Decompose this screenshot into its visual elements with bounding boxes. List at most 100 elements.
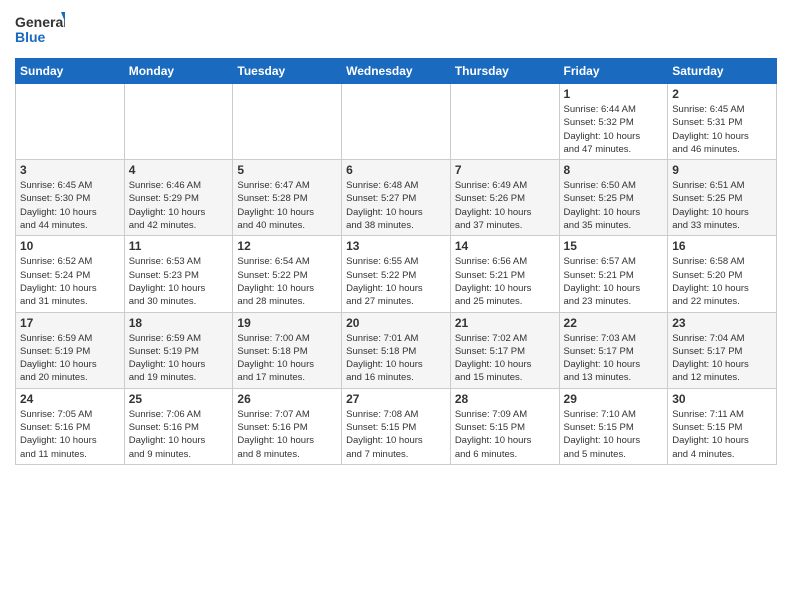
day-number: 29: [564, 392, 664, 406]
day-number: 26: [237, 392, 337, 406]
day-cell: 14 Sunrise: 6:56 AM Sunset: 5:21 PM Dayli…: [450, 236, 559, 312]
weekday-header-saturday: Saturday: [668, 59, 777, 84]
day-info: Sunrise: 6:50 AM Sunset: 5:25 PM Dayligh…: [564, 179, 664, 232]
day-info: Sunrise: 7:07 AM Sunset: 5:16 PM Dayligh…: [237, 408, 337, 461]
day-cell: 19Sunrise: 7:00 AM Sunset: 5:18 PM Dayli…: [233, 312, 342, 388]
day-number: 17: [20, 316, 120, 330]
day-cell: [342, 84, 451, 160]
day-info: Sunrise: 7:01 AM Sunset: 5:18 PM Dayligh…: [346, 332, 446, 385]
week-row-3: 10 Sunrise: 6:52 AM Sunset: 5:24 PM Dayli…: [16, 236, 777, 312]
day-number: 5: [237, 163, 337, 177]
logo: General Blue: [15, 10, 65, 50]
page: General Blue SundayMondayTuesdayWednesda…: [0, 0, 792, 480]
day-number: 12: [237, 239, 337, 253]
day-number: 18: [129, 316, 229, 330]
day-number: 2: [672, 87, 772, 101]
weekday-header-friday: Friday: [559, 59, 668, 84]
weekday-header-row: SundayMondayTuesdayWednesdayThursdayFrid…: [16, 59, 777, 84]
weekday-header-tuesday: Tuesday: [233, 59, 342, 84]
day-info: Sunrise: 6:49 AM Sunset: 5:26 PM Dayligh…: [455, 179, 555, 232]
week-row-2: 3Sunrise: 6:45 AM Sunset: 5:30 PM Daylig…: [16, 160, 777, 236]
day-cell: 10 Sunrise: 6:52 AM Sunset: 5:24 PM Dayli…: [16, 236, 125, 312]
day-number: 13: [346, 239, 446, 253]
day-info: Sunrise: 6:59 AM Sunset: 5:19 PM Dayligh…: [129, 332, 229, 385]
weekday-header-monday: Monday: [124, 59, 233, 84]
day-number: 14: [455, 239, 555, 253]
day-cell: 17 Sunrise: 6:59 AM Sunset: 5:19 PM Dayli…: [16, 312, 125, 388]
day-cell: 28 Sunrise: 7:09 AM Sunset: 5:15 PM Dayli…: [450, 388, 559, 464]
day-info: Sunrise: 7:10 AM Sunset: 5:15 PM Dayligh…: [564, 408, 664, 461]
day-number: 21: [455, 316, 555, 330]
day-number: 24: [20, 392, 120, 406]
logo-container: General Blue: [15, 10, 65, 50]
day-number: 16: [672, 239, 772, 253]
day-cell: 25Sunrise: 7:06 AM Sunset: 5:16 PM Dayli…: [124, 388, 233, 464]
calendar-table: SundayMondayTuesdayWednesdayThursdayFrid…: [15, 58, 777, 465]
day-cell: 1 Sunrise: 6:44 AM Sunset: 5:32 PM Daylig…: [559, 84, 668, 160]
day-number: 8: [564, 163, 664, 177]
day-info: Sunrise: 7:02 AM Sunset: 5:17 PM Dayligh…: [455, 332, 555, 385]
day-number: 1: [564, 87, 664, 101]
week-row-1: 1 Sunrise: 6:44 AM Sunset: 5:32 PM Daylig…: [16, 84, 777, 160]
day-cell: 5 Sunrise: 6:47 AM Sunset: 5:28 PM Daylig…: [233, 160, 342, 236]
svg-text:Blue: Blue: [15, 29, 46, 45]
svg-text:General: General: [15, 14, 65, 30]
day-info: Sunrise: 7:00 AM Sunset: 5:18 PM Dayligh…: [237, 332, 337, 385]
day-info: Sunrise: 6:58 AM Sunset: 5:20 PM Dayligh…: [672, 255, 772, 308]
day-info: Sunrise: 7:04 AM Sunset: 5:17 PM Dayligh…: [672, 332, 772, 385]
day-number: 30: [672, 392, 772, 406]
day-info: Sunrise: 6:53 AM Sunset: 5:23 PM Dayligh…: [129, 255, 229, 308]
day-info: Sunrise: 6:54 AM Sunset: 5:22 PM Dayligh…: [237, 255, 337, 308]
day-cell: 18 Sunrise: 6:59 AM Sunset: 5:19 PM Dayli…: [124, 312, 233, 388]
day-info: Sunrise: 6:57 AM Sunset: 5:21 PM Dayligh…: [564, 255, 664, 308]
day-info: Sunrise: 7:06 AM Sunset: 5:16 PM Dayligh…: [129, 408, 229, 461]
day-cell: 21 Sunrise: 7:02 AM Sunset: 5:17 PM Dayli…: [450, 312, 559, 388]
weekday-header-wednesday: Wednesday: [342, 59, 451, 84]
weekday-header-thursday: Thursday: [450, 59, 559, 84]
day-info: Sunrise: 6:55 AM Sunset: 5:22 PM Dayligh…: [346, 255, 446, 308]
day-number: 9: [672, 163, 772, 177]
day-number: 20: [346, 316, 446, 330]
day-info: Sunrise: 7:09 AM Sunset: 5:15 PM Dayligh…: [455, 408, 555, 461]
day-cell: 7Sunrise: 6:49 AM Sunset: 5:26 PM Daylig…: [450, 160, 559, 236]
day-info: Sunrise: 6:52 AM Sunset: 5:24 PM Dayligh…: [20, 255, 120, 308]
header: General Blue: [15, 10, 777, 50]
day-cell: 20 Sunrise: 7:01 AM Sunset: 5:18 PM Dayli…: [342, 312, 451, 388]
day-info: Sunrise: 6:48 AM Sunset: 5:27 PM Dayligh…: [346, 179, 446, 232]
day-cell: 13 Sunrise: 6:55 AM Sunset: 5:22 PM Dayli…: [342, 236, 451, 312]
day-cell: [450, 84, 559, 160]
day-cell: 12 Sunrise: 6:54 AM Sunset: 5:22 PM Dayli…: [233, 236, 342, 312]
day-cell: 16 Sunrise: 6:58 AM Sunset: 5:20 PM Dayli…: [668, 236, 777, 312]
day-info: Sunrise: 6:56 AM Sunset: 5:21 PM Dayligh…: [455, 255, 555, 308]
week-row-5: 24Sunrise: 7:05 AM Sunset: 5:16 PM Dayli…: [16, 388, 777, 464]
week-row-4: 17 Sunrise: 6:59 AM Sunset: 5:19 PM Dayli…: [16, 312, 777, 388]
day-info: Sunrise: 6:47 AM Sunset: 5:28 PM Dayligh…: [237, 179, 337, 232]
day-cell: 11 Sunrise: 6:53 AM Sunset: 5:23 PM Dayli…: [124, 236, 233, 312]
day-number: 23: [672, 316, 772, 330]
day-info: Sunrise: 7:08 AM Sunset: 5:15 PM Dayligh…: [346, 408, 446, 461]
day-info: Sunrise: 7:11 AM Sunset: 5:15 PM Dayligh…: [672, 408, 772, 461]
day-cell: 2Sunrise: 6:45 AM Sunset: 5:31 PM Daylig…: [668, 84, 777, 160]
day-number: 6: [346, 163, 446, 177]
day-cell: [124, 84, 233, 160]
day-cell: 24Sunrise: 7:05 AM Sunset: 5:16 PM Dayli…: [16, 388, 125, 464]
day-info: Sunrise: 6:44 AM Sunset: 5:32 PM Dayligh…: [564, 103, 664, 156]
day-info: Sunrise: 6:46 AM Sunset: 5:29 PM Dayligh…: [129, 179, 229, 232]
day-number: 11: [129, 239, 229, 253]
day-info: Sunrise: 7:03 AM Sunset: 5:17 PM Dayligh…: [564, 332, 664, 385]
day-cell: 8 Sunrise: 6:50 AM Sunset: 5:25 PM Daylig…: [559, 160, 668, 236]
day-info: Sunrise: 6:59 AM Sunset: 5:19 PM Dayligh…: [20, 332, 120, 385]
day-number: 10: [20, 239, 120, 253]
day-cell: 4Sunrise: 6:46 AM Sunset: 5:29 PM Daylig…: [124, 160, 233, 236]
day-number: 27: [346, 392, 446, 406]
day-cell: 3Sunrise: 6:45 AM Sunset: 5:30 PM Daylig…: [16, 160, 125, 236]
day-number: 15: [564, 239, 664, 253]
weekday-header-sunday: Sunday: [16, 59, 125, 84]
day-cell: 29 Sunrise: 7:10 AM Sunset: 5:15 PM Dayli…: [559, 388, 668, 464]
day-cell: 22Sunrise: 7:03 AM Sunset: 5:17 PM Dayli…: [559, 312, 668, 388]
day-cell: 6 Sunrise: 6:48 AM Sunset: 5:27 PM Daylig…: [342, 160, 451, 236]
day-number: 28: [455, 392, 555, 406]
day-cell: 23 Sunrise: 7:04 AM Sunset: 5:17 PM Dayli…: [668, 312, 777, 388]
day-info: Sunrise: 6:45 AM Sunset: 5:30 PM Dayligh…: [20, 179, 120, 232]
day-cell: 26 Sunrise: 7:07 AM Sunset: 5:16 PM Dayli…: [233, 388, 342, 464]
